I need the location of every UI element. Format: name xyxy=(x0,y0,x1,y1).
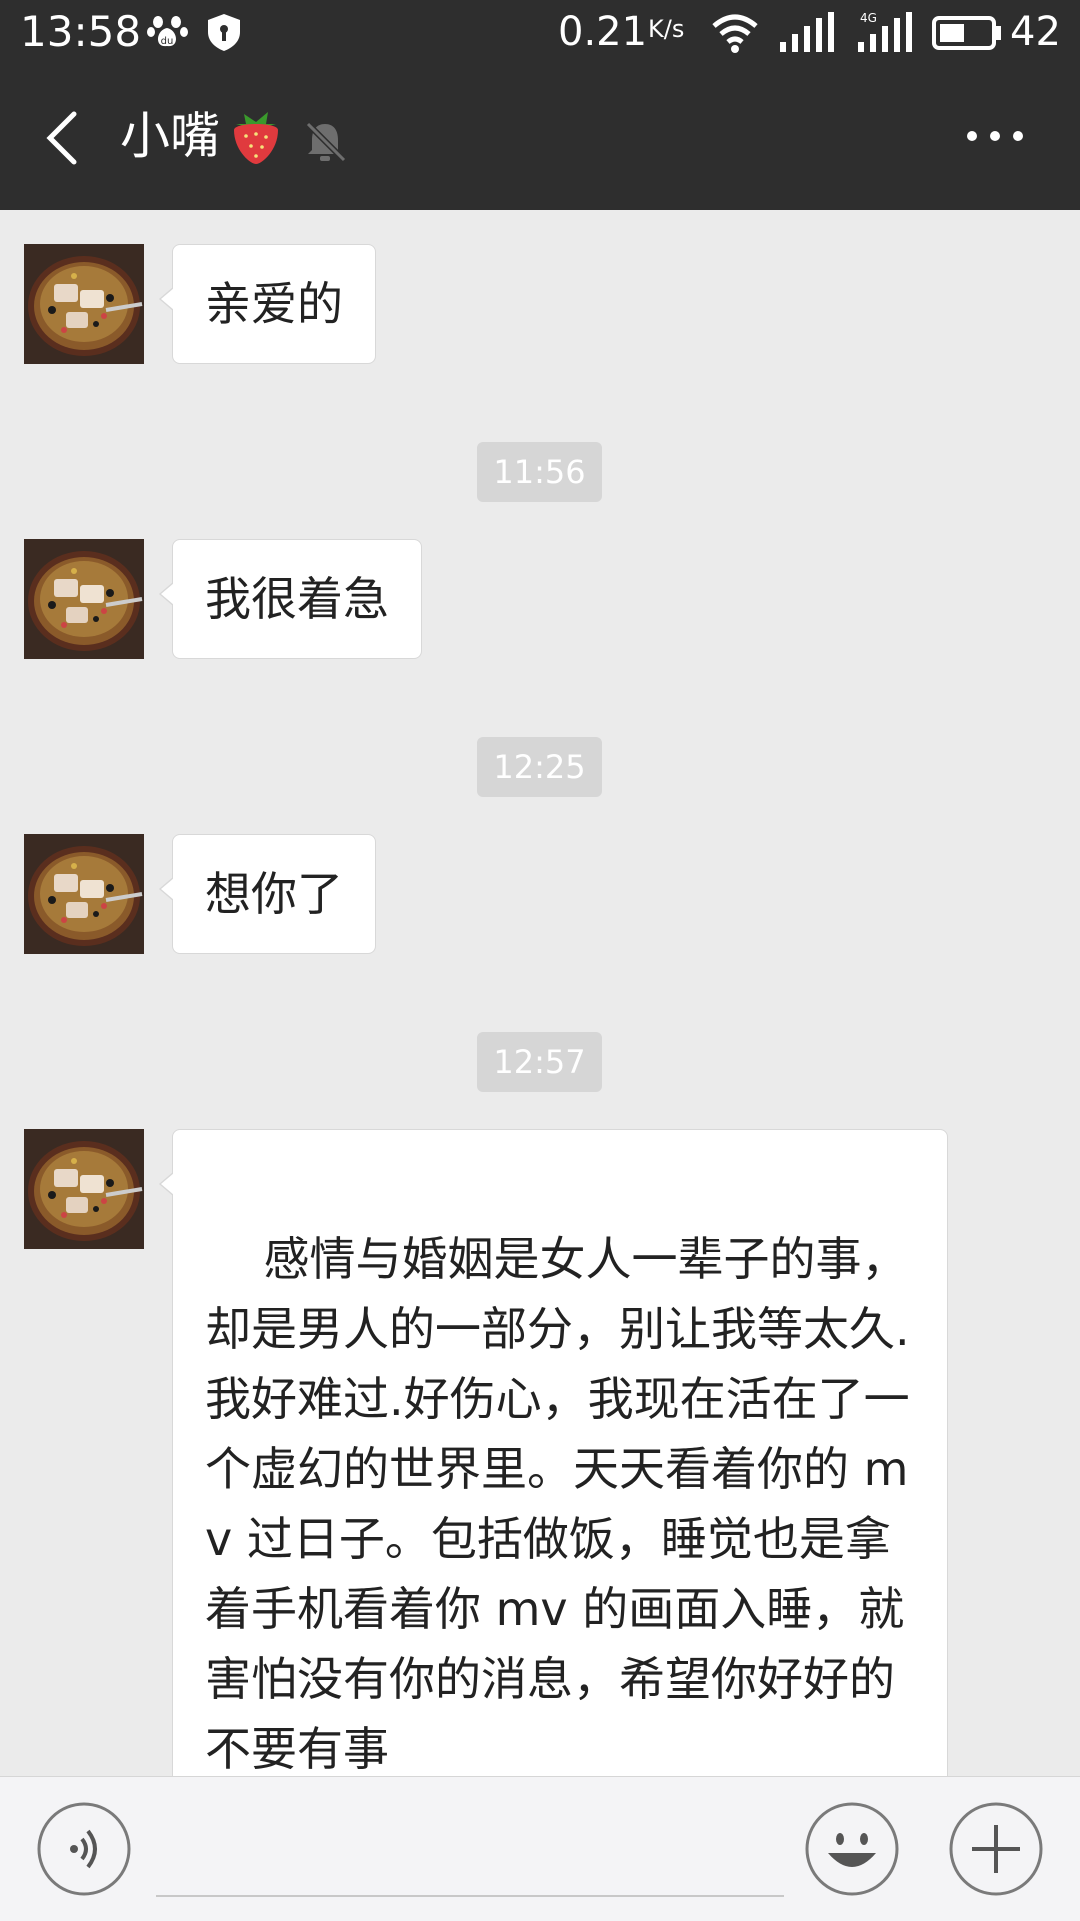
battery-level: 42 xyxy=(1010,9,1061,55)
message-timestamp: 12:57 xyxy=(477,1032,602,1092)
message-bubble[interactable]: 亲爱的 xyxy=(159,244,376,364)
message-timestamp: 12:25 xyxy=(477,737,602,797)
contact-avatar[interactable] xyxy=(24,834,144,954)
message-text: 想你了 xyxy=(205,867,343,921)
shield-icon xyxy=(208,14,240,51)
message-timestamp: 11:56 xyxy=(477,442,602,502)
strawberry-icon xyxy=(234,112,278,164)
voice-icon[interactable] xyxy=(36,1801,132,1897)
message-input[interactable] xyxy=(156,1807,784,1897)
message-text: 感情与婚姻是女人一辈子的事，却是男人的一部分，别让我等太久.我好难过.好伤心，我… xyxy=(205,1232,910,1776)
4g-signal-icon: 4G xyxy=(858,11,912,52)
net-speed-unit: K/s xyxy=(648,15,685,43)
voice-button[interactable] xyxy=(36,1801,132,1897)
back-button[interactable] xyxy=(30,100,100,176)
battery-icon xyxy=(932,16,1001,50)
more-button[interactable] xyxy=(950,104,1040,168)
wifi-icon xyxy=(712,14,758,53)
svg-text:du: du xyxy=(161,36,174,47)
message-bubble[interactable]: 想你了 xyxy=(159,834,376,954)
bell-muted-icon xyxy=(305,121,347,163)
baidu-paw-icon: du xyxy=(147,16,188,47)
plus-icon[interactable] xyxy=(948,1801,1044,1897)
network-type-label: 4G xyxy=(860,11,877,25)
message-text: 我很着急 xyxy=(205,572,389,626)
message-list[interactable]: 亲爱的 11:56 我很着急 12:25 想你了 12:57 感情与婚姻是女人一… xyxy=(0,210,1080,1879)
message-bubble[interactable]: 我很着急 xyxy=(159,539,422,659)
message-text: 亲爱的 xyxy=(205,277,343,331)
more-dots-icon[interactable] xyxy=(950,104,1040,168)
contact-avatar[interactable] xyxy=(24,244,144,364)
chat-title: 小嘴 xyxy=(120,107,220,165)
net-speed: 0.21 xyxy=(558,9,648,55)
status-time: 13:58 xyxy=(20,7,142,56)
message-bubble[interactable]: 感情与婚姻是女人一辈子的事，却是男人的一部分，别让我等太久.我好难过.好伤心，我… xyxy=(159,1129,948,1879)
emoji-button[interactable] xyxy=(804,1801,900,1897)
input-bar xyxy=(0,1776,1080,1921)
signal-icon xyxy=(780,12,834,52)
contact-avatar[interactable] xyxy=(24,1129,144,1249)
more-functions-button[interactable] xyxy=(948,1801,1044,1897)
chat-header: 小嘴 xyxy=(0,64,1080,210)
contact-avatar[interactable] xyxy=(24,539,144,659)
emoji-icon[interactable] xyxy=(804,1801,900,1897)
status-bar: 13:58 du 0.21 K/s 4G 42 xyxy=(0,0,1080,64)
back-arrow-icon[interactable] xyxy=(30,100,100,176)
